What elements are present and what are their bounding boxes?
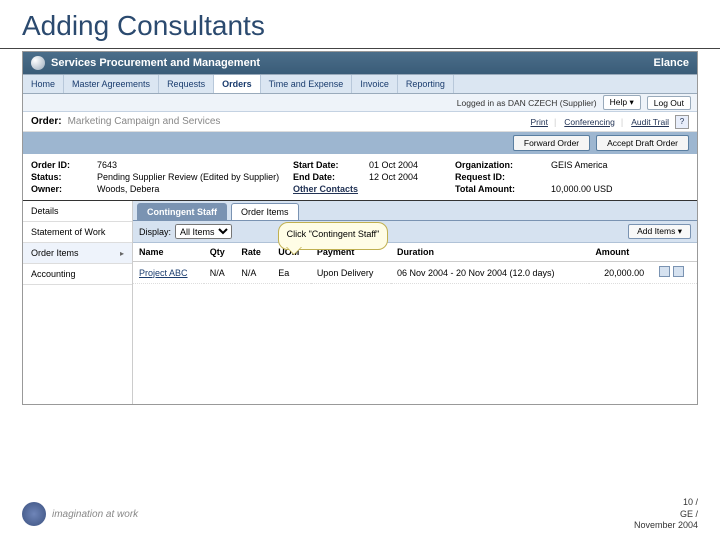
sidenav-order-items-label: Order Items — [31, 248, 79, 258]
order-name: Marketing Campaign and Services — [68, 116, 221, 127]
sidenav-accounting-label: Accounting — [31, 269, 76, 279]
nav-tab-requests[interactable]: Requests — [159, 75, 214, 93]
display-select[interactable]: All Items — [175, 224, 232, 239]
slide-title: Adding Consultants — [0, 0, 720, 48]
utility-bar: Logged in as DAN CZECH (Supplier) Help ▾… — [23, 94, 697, 112]
nav-tab-reporting[interactable]: Reporting — [398, 75, 454, 93]
footer-page: 10 / — [634, 497, 698, 509]
meta-start-date-label: Start Date: — [293, 160, 363, 170]
nav-tab-orders[interactable]: Orders — [214, 75, 261, 93]
app-titlebar: Services Procurement and Management Elan… — [23, 52, 697, 74]
meta-owner-label: Owner: — [31, 184, 91, 194]
login-status: Logged in as DAN CZECH (Supplier) — [457, 98, 597, 108]
help-button[interactable]: Help ▾ — [603, 95, 641, 110]
instruction-callout: Click "Contingent Staff" — [278, 222, 388, 250]
title-rule — [0, 48, 720, 49]
meta-total-amount-value: 10,000.00 USD — [551, 184, 689, 194]
meta-order-id-label: Order ID: — [31, 160, 91, 170]
order-action-bar: Forward Order Accept Draft Order — [23, 132, 697, 154]
sidenav-details[interactable]: Details — [23, 201, 132, 222]
print-link[interactable]: Print — [530, 117, 547, 127]
meta-org-label: Organization: — [455, 160, 545, 170]
side-nav: Details Statement of Work Order Items ▸ A… — [23, 201, 133, 404]
app-title: Services Procurement and Management — [51, 57, 260, 69]
spm-logo-icon — [31, 56, 45, 70]
subtab-order-items[interactable]: Order Items — [231, 203, 299, 220]
nav-tab-invoice[interactable]: Invoice — [352, 75, 398, 93]
meta-end-date-label: End Date: — [293, 172, 363, 182]
logout-button[interactable]: Log Out — [647, 96, 691, 110]
row-uom: Ea — [272, 262, 311, 284]
meta-owner-value: Woods, Debera — [97, 184, 287, 194]
help-label: Help — [610, 97, 627, 107]
col-amount[interactable]: Amount — [589, 243, 650, 262]
order-header: Order: Marketing Campaign and Services P… — [23, 112, 697, 132]
sidenav-sow-label: Statement of Work — [31, 227, 105, 237]
help-icon[interactable]: ? — [675, 115, 689, 129]
slide-footer: imagination at work 10 / GE / November 2… — [0, 497, 720, 532]
order-label: Order: — [31, 116, 62, 127]
subtab-contingent-staff[interactable]: Contingent Staff — [137, 203, 227, 220]
row-amount: 20,000.00 — [589, 262, 650, 284]
meta-status-label: Status: — [31, 172, 91, 182]
meta-other-contacts-value — [369, 184, 449, 194]
edit-icon[interactable] — [659, 266, 670, 277]
row-duration: 06 Nov 2004 - 20 Nov 2004 (12.0 days) — [391, 262, 589, 284]
col-duration[interactable]: Duration — [391, 243, 589, 262]
order-meta-grid: Order ID: 7643 Start Date: 01 Oct 2004 O… — [23, 154, 697, 201]
nav-tab-master-agreements[interactable]: Master Agreements — [64, 75, 159, 93]
main-pane: Contingent Staff Order Items Display: Al… — [133, 201, 697, 404]
accept-draft-order-button[interactable]: Accept Draft Order — [596, 135, 689, 151]
meta-request-id-label: Request ID: — [455, 172, 545, 182]
table-header-row: Name Qty Rate UOM Payment Duration Amoun… — [133, 243, 697, 262]
display-label: Display: — [139, 227, 171, 237]
col-rate[interactable]: Rate — [235, 243, 272, 262]
nav-tab-home[interactable]: Home — [23, 75, 64, 93]
add-items-label: Add Items — [637, 226, 675, 236]
meta-end-date-value: 12 Oct 2004 — [369, 172, 449, 182]
sidenav-accounting[interactable]: Accounting — [23, 264, 132, 285]
row-name-link[interactable]: Project ABC — [133, 262, 204, 284]
ge-logo-icon — [22, 502, 46, 526]
meta-status-value: Pending Supplier Review (Edited by Suppl… — [97, 172, 287, 182]
add-items-button[interactable]: Add Items ▾ — [628, 224, 691, 239]
meta-order-id-value: 7643 — [97, 160, 287, 170]
row-qty: N/A — [204, 262, 236, 284]
items-table: Name Qty Rate UOM Payment Duration Amoun… — [133, 243, 697, 284]
col-name[interactable]: Name — [133, 243, 204, 262]
sidenav-sow[interactable]: Statement of Work — [23, 222, 132, 243]
nav-bar: Home Master Agreements Requests Orders T… — [23, 74, 697, 94]
row-payment: Upon Delivery — [311, 262, 391, 284]
conferencing-link[interactable]: Conferencing — [564, 117, 615, 127]
brand-name: Elance — [654, 57, 689, 69]
footer-right: 10 / GE / November 2004 — [634, 497, 698, 532]
delete-icon[interactable] — [673, 266, 684, 277]
meta-org-value: GEIS America — [551, 160, 689, 170]
meta-total-amount-label: Total Amount: — [455, 184, 545, 194]
items-toolbar: Display: All Items Add Items ▾ — [133, 221, 697, 243]
footer-tagline: imagination at work — [52, 509, 138, 520]
sidenav-order-items[interactable]: Order Items ▸ — [23, 243, 132, 264]
meta-start-date-value: 01 Oct 2004 — [369, 160, 449, 170]
audit-trail-link[interactable]: Audit Trail — [631, 117, 669, 127]
forward-order-button[interactable]: Forward Order — [513, 135, 590, 151]
footer-org: GE / — [634, 509, 698, 521]
footer-date: November 2004 — [634, 520, 698, 532]
caret-right-icon: ▸ — [120, 249, 124, 258]
nav-tab-time-expense[interactable]: Time and Expense — [261, 75, 353, 93]
row-rate: N/A — [235, 262, 272, 284]
meta-other-contacts-label[interactable]: Other Contacts — [293, 184, 363, 194]
row-actions — [650, 262, 697, 284]
sidenav-details-label: Details — [31, 206, 59, 216]
subtab-strip: Contingent Staff Order Items — [133, 201, 697, 221]
meta-request-id-value — [551, 172, 689, 182]
col-qty[interactable]: Qty — [204, 243, 236, 262]
table-row: Project ABC N/A N/A Ea Upon Delivery 06 … — [133, 262, 697, 284]
